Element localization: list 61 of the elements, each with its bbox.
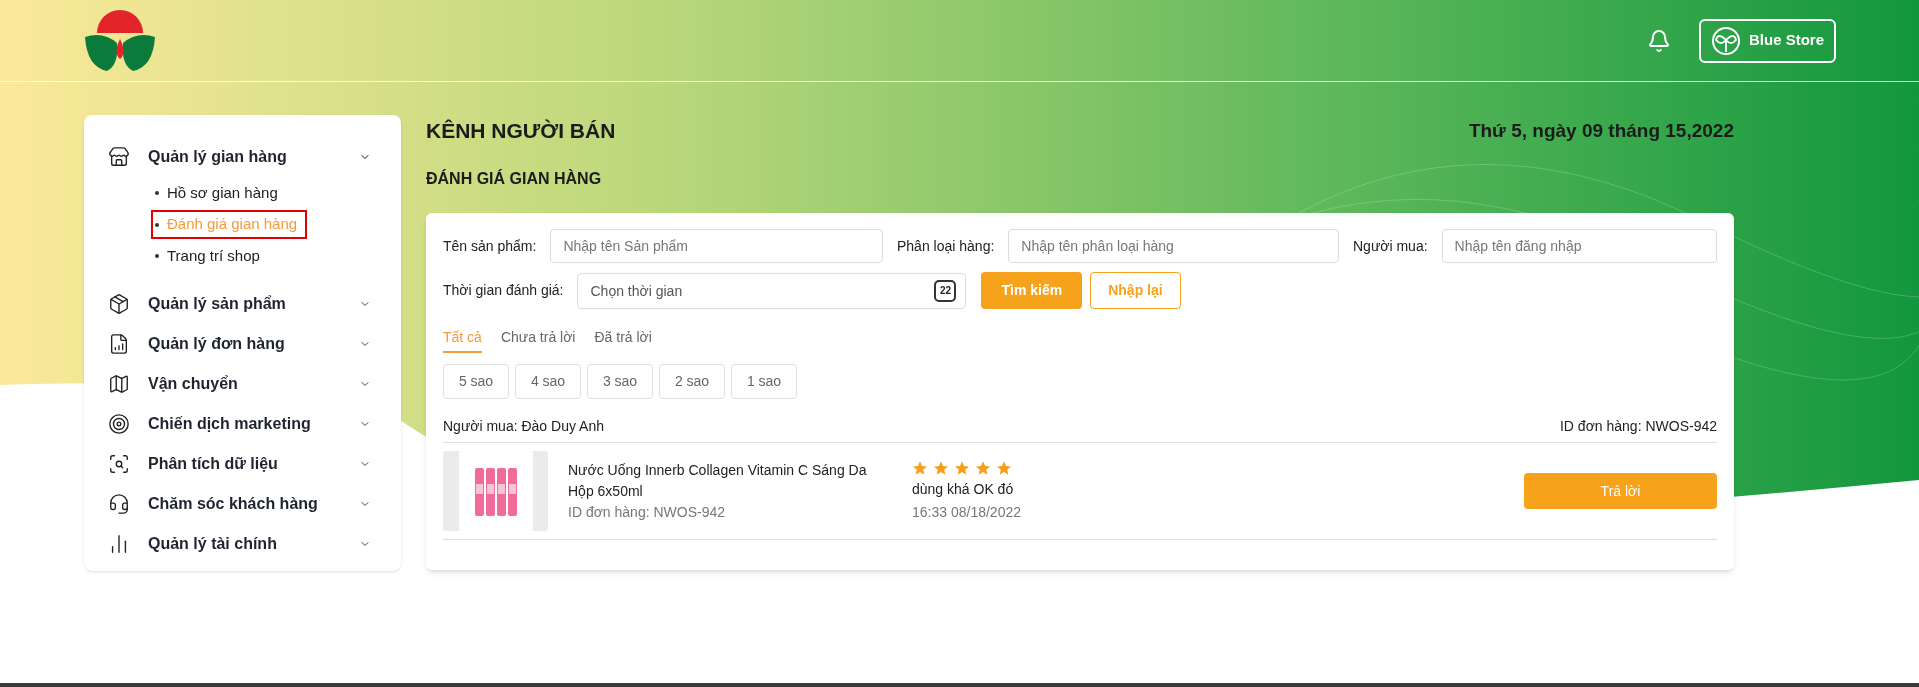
star-filter-chip[interactable]: 4 sao bbox=[515, 364, 581, 399]
sidebar-item-label: Quản lý sản phẩm bbox=[148, 293, 287, 314]
field-label: Người mua: bbox=[1353, 236, 1428, 256]
target-icon bbox=[108, 412, 130, 435]
sidebar-item-label: Chiến dịch marketing bbox=[148, 413, 312, 434]
sidebar-item-label: Phân tích dữ liệu bbox=[148, 453, 279, 474]
product-name: Nước Uống Innerb Collagen Vitamin C Sáng Da Hộp 6x50ml bbox=[568, 460, 868, 501]
date-text: Thứ 5, ngày 09 tháng 15,2022 bbox=[1468, 118, 1734, 143]
submenu-item[interactable]: Trang trí shop bbox=[151, 241, 270, 271]
star-icon bbox=[975, 460, 991, 476]
calendar-icon: 22 bbox=[934, 279, 957, 302]
bullet-icon bbox=[155, 191, 159, 195]
review-comment: dùng khá OK đó bbox=[912, 480, 1015, 499]
star-filter-chip[interactable]: 1 sao bbox=[731, 364, 797, 399]
sidebar-item[interactable]: Quản lý tài chính bbox=[108, 523, 371, 564]
order-id: ID đơn hàng: NWOS-942 bbox=[1559, 417, 1717, 436]
filter-tab[interactable]: Đã trả lời bbox=[594, 327, 652, 353]
sidebar-item[interactable]: Chăm sóc khách hàng bbox=[108, 483, 371, 524]
star-icon bbox=[954, 460, 970, 476]
submenu-item[interactable]: Hồ sơ gian hàng bbox=[151, 178, 288, 208]
field-label: Tên sản phẩm: bbox=[443, 236, 537, 256]
sidebar-item[interactable]: Vận chuyển bbox=[108, 363, 371, 404]
sidebar-item[interactable]: Quản lý đơn hàng bbox=[108, 323, 371, 364]
store-icon bbox=[108, 146, 130, 168]
section-title: ĐÁNH GIÁ GIAN HÀNG bbox=[426, 168, 603, 189]
document-chart-icon bbox=[108, 332, 130, 355]
review-time: 16:33 08/18/2022 bbox=[912, 503, 1021, 522]
bullet-icon bbox=[155, 254, 159, 258]
sidebar-item[interactable]: Quản lý gian hàng bbox=[108, 137, 371, 177]
box-icon bbox=[108, 292, 130, 315]
product-order-id: ID đơn hàng: NWOS-942 bbox=[568, 502, 727, 522]
input-field[interactable]: Nhập tên đăng nhập bbox=[1441, 229, 1717, 263]
star-filter-chip[interactable]: 3 sao bbox=[587, 364, 653, 399]
sidebar-item-label: Chăm sóc khách hàng bbox=[148, 493, 319, 514]
sidebar-item[interactable]: Chiến dịch marketing bbox=[108, 403, 371, 444]
star-filter-chip[interactable]: 2 sao bbox=[659, 364, 725, 399]
scan-search-icon bbox=[108, 452, 130, 475]
sidebar-item-label: Quản lý tài chính bbox=[148, 533, 278, 554]
input-field[interactable]: Nhập tên Sản phẩm bbox=[550, 229, 883, 263]
field-label: Phân loại hàng: bbox=[897, 236, 995, 256]
notification-bell-icon[interactable] bbox=[1647, 28, 1671, 53]
store-button[interactable]: Blue Store bbox=[1699, 18, 1836, 63]
star-icon bbox=[912, 460, 928, 476]
filter-tab[interactable]: Chưa trả lời bbox=[500, 327, 576, 353]
leaf-circle-icon bbox=[1711, 25, 1741, 56]
star-icon bbox=[996, 460, 1012, 476]
star-icon bbox=[933, 460, 949, 476]
star-filter-chip[interactable]: 5 sao bbox=[443, 364, 509, 399]
bullet-icon bbox=[155, 222, 159, 227]
sidebar-item-label: Quản lý gian hàng bbox=[148, 147, 288, 167]
sidebar-item-label: Quản lý đơn hàng bbox=[148, 333, 286, 354]
input-field[interactable]: Nhập tên phân loại hàng bbox=[1008, 229, 1339, 263]
sidebar-item-label: Vận chuyển bbox=[148, 373, 239, 394]
logo-icon[interactable] bbox=[83, 8, 157, 73]
buyer-name: Người mua: Đào Duy Anh bbox=[443, 417, 604, 436]
sidebar-item[interactable]: Phân tích dữ liệu bbox=[108, 443, 371, 484]
map-icon bbox=[108, 372, 130, 395]
page-title: KÊNH NGƯỜI BÁN bbox=[426, 118, 616, 145]
headset-icon bbox=[108, 492, 130, 515]
field-label: Thời gian đánh giá: bbox=[443, 281, 564, 300]
sidebar-item[interactable]: Quản lý sản phẩm bbox=[108, 283, 371, 324]
